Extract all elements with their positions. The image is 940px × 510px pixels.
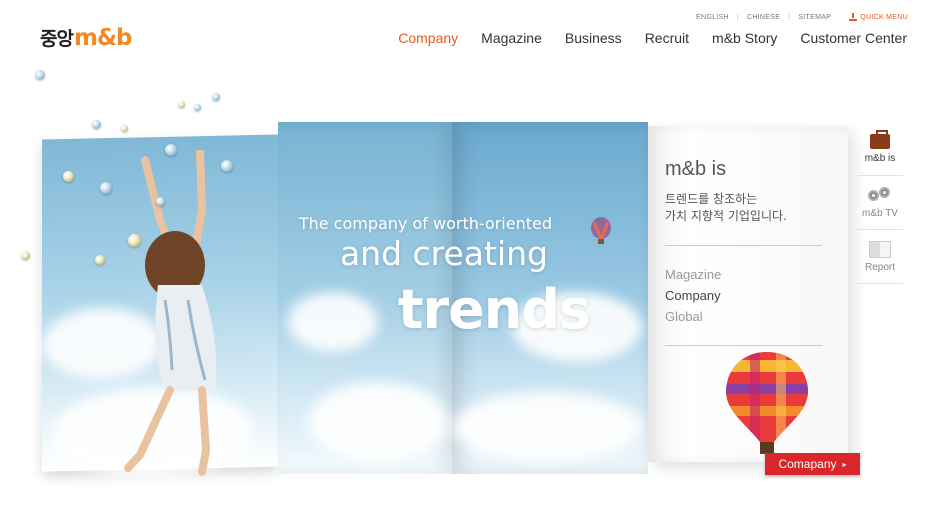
girl-illustration (124, 150, 217, 476)
bubble (212, 93, 220, 101)
bubble (194, 104, 201, 111)
hot-air-balloon-icon (726, 352, 808, 454)
divider (665, 245, 822, 246)
panel-title: m&b is (665, 158, 727, 180)
bubble (100, 182, 112, 194)
cloud (452, 392, 642, 462)
bubble (121, 125, 128, 132)
bubble (128, 234, 141, 247)
cta-label: Comapany (778, 457, 837, 471)
panel-menu-global[interactable]: Global (665, 306, 721, 327)
arrow-right-icon: ▸ (842, 459, 847, 469)
bubble (35, 70, 45, 80)
bubble (165, 144, 177, 156)
headline-line-3: trends (397, 278, 591, 341)
panel-description-line-2: 가치 지향적 기업입니다. (665, 209, 787, 223)
panel-menu: Magazine Company Global (665, 264, 721, 327)
side-item-label: m&b TV (862, 208, 898, 219)
panel-menu-company[interactable]: Company (665, 285, 721, 306)
report-icon (869, 240, 891, 258)
divider (665, 345, 822, 346)
side-item-mb-is[interactable]: m&b is (857, 122, 903, 176)
film-reel-icon (867, 186, 893, 204)
bubble (92, 120, 101, 129)
company-cta-button[interactable]: Comapany ▸ (765, 453, 860, 475)
panel-description: 트렌드를 창조하는 가치 지향적 기업입니다. (665, 191, 825, 225)
bubble (156, 197, 165, 206)
side-item-report[interactable]: Report (857, 230, 903, 284)
panel-menu-magazine[interactable]: Magazine (665, 264, 721, 285)
headline-line-2: and creating (339, 234, 548, 273)
briefcase-icon (870, 129, 890, 149)
side-item-label: m&b is (864, 152, 896, 164)
side-item-label: Report (864, 261, 895, 273)
bubble (221, 160, 233, 172)
film-reel-part (868, 190, 879, 201)
cloud (308, 382, 448, 462)
cloud (288, 292, 378, 352)
side-item-mb-tv[interactable]: m&b TV (857, 176, 903, 230)
bubble (95, 255, 105, 265)
small-balloon-icon (591, 217, 611, 244)
headline-line-1: The company of worth-oriented (298, 214, 552, 233)
bubble (178, 101, 185, 108)
panel-description-line-1: 트렌드를 창조하는 (665, 192, 758, 206)
film-reel-part (879, 187, 890, 198)
bubble (21, 251, 30, 260)
bubble (63, 171, 74, 182)
side-quick-menu: m&b is m&b TV Report (857, 122, 903, 284)
